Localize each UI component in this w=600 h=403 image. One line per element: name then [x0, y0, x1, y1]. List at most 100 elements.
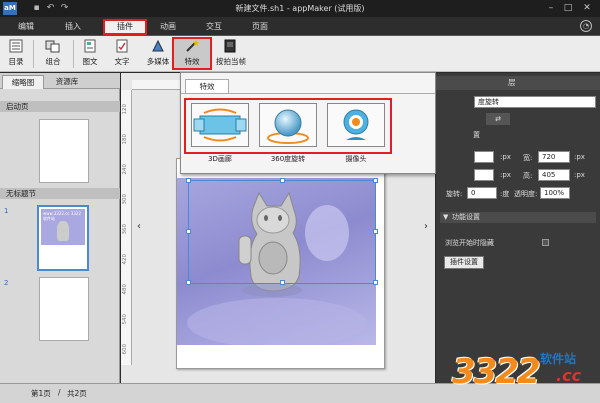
right-panel	[436, 73, 600, 383]
x-field[interactable]	[474, 151, 494, 163]
tab-edit[interactable]: 编辑	[4, 19, 48, 35]
rotate-label: 旋转:	[446, 190, 463, 198]
multimedia-label: 多媒体	[146, 57, 170, 66]
tab-thumbnails[interactable]: 缩略图	[2, 75, 44, 89]
text-button[interactable]: 文字	[112, 39, 132, 69]
webcam-effect[interactable]	[327, 103, 385, 147]
page-2-thumbnail[interactable]	[39, 277, 89, 341]
sphere-rotate-icon	[267, 109, 309, 144]
left-panel-tabs: 缩略图 资源库	[0, 73, 120, 89]
resize-handle[interactable]	[186, 178, 191, 183]
resize-handle[interactable]	[373, 178, 378, 183]
resize-handle[interactable]	[186, 280, 191, 285]
height-unit: :px	[574, 171, 585, 179]
next-page-arrow[interactable]: ›	[424, 222, 432, 232]
page-1-thumbnail[interactable]: www.3322.cc 3322软件站	[37, 205, 89, 271]
recorder-icon	[224, 39, 236, 53]
hide-on-start-label: 浏览开始时隐藏	[445, 239, 494, 247]
title-bar: aM ▪ ↶ ↷ 新建文件.sh1 - appMaker (试用版) – □ ✕	[0, 0, 600, 17]
page-number: 1	[4, 207, 9, 215]
multimedia-button[interactable]: 多媒体	[143, 39, 173, 69]
ribbon-divider	[33, 40, 34, 68]
layer-name-field[interactable]: 度旋转	[474, 96, 596, 108]
layer-panel-header: 层	[436, 76, 600, 90]
3d-gallery-effect[interactable]	[191, 103, 249, 147]
group-button[interactable]: 组合	[40, 39, 66, 69]
group-icon	[45, 40, 60, 53]
hide-on-start-checkbox[interactable]	[542, 239, 549, 246]
watermark-domain: .cc	[556, 366, 582, 385]
left-panel: 缩略图 资源库 启动页 无标题节 1 www.3322.cc 3322软件站 2	[0, 73, 120, 383]
page-number: 2	[4, 279, 9, 287]
chapter-label: 无标题节	[6, 189, 36, 198]
recorder-label: 按拍当帧	[216, 57, 246, 66]
effects-button[interactable]: 特效	[179, 39, 205, 69]
opacity-field[interactable]: 100%	[540, 187, 570, 199]
group-label: 组合	[45, 57, 61, 66]
effects-label: 特效	[184, 57, 200, 66]
effects-popup: 特效 3D画廊 360度旋转 摄像头	[180, 72, 436, 174]
height-field[interactable]: 405	[538, 169, 570, 181]
webcam-label: 摄像头	[345, 155, 367, 163]
function-settings-label: 功能设置	[452, 213, 480, 221]
recorder-button[interactable]: 按拍当帧	[216, 39, 246, 69]
menu-bar: 编辑 插入 插件 动画 交互 页面 ◔	[0, 17, 600, 36]
tab-insert[interactable]: 插入	[51, 19, 95, 35]
3d-gallery-icon	[193, 108, 247, 142]
resize-handle[interactable]	[280, 178, 285, 183]
watermark-site: 软件站	[540, 352, 577, 366]
plugin-settings-button[interactable]: 插件设置	[444, 256, 484, 269]
tab-resources[interactable]: 资源库	[46, 75, 88, 89]
resize-handle[interactable]	[373, 280, 378, 285]
toc-button[interactable]: 目录	[6, 39, 26, 69]
360-rotate-label: 360度旋转	[270, 155, 306, 163]
tab-interaction[interactable]: 交互	[192, 19, 236, 35]
width-label: 宽:	[523, 154, 533, 162]
resize-handle[interactable]	[373, 229, 378, 234]
selection-box[interactable]	[186, 178, 378, 285]
maximize-button[interactable]: □	[561, 2, 575, 14]
thumbnail-cat	[57, 221, 69, 241]
minimize-button[interactable]: –	[544, 2, 558, 14]
vertical-ruler: 120 180 240 300 360 420 480 540 600	[121, 90, 132, 365]
popup-divider	[181, 93, 435, 94]
prev-page-arrow[interactable]: ‹	[137, 222, 145, 232]
resize-handle[interactable]	[186, 229, 191, 234]
ruler-label: 360	[122, 224, 128, 235]
start-page-thumbnail[interactable]	[39, 119, 89, 183]
ruler-label: 240	[122, 164, 128, 175]
y-unit: :px	[500, 171, 511, 179]
360-rotate-effect[interactable]	[259, 103, 317, 147]
text-image-icon	[84, 39, 96, 53]
ribbon-divider	[73, 40, 74, 68]
text-label: 文字	[114, 57, 130, 66]
ruler-label: 420	[122, 254, 128, 265]
width-field[interactable]: 720	[538, 151, 570, 163]
close-button[interactable]: ✕	[580, 2, 594, 14]
ruler-label: 300	[122, 194, 128, 205]
ruler-label: 600	[122, 344, 128, 355]
text-image-button[interactable]: 图文	[80, 39, 100, 69]
chapter-section[interactable]: 无标题节	[0, 188, 120, 199]
y-field[interactable]	[474, 169, 494, 181]
webcam-icon	[343, 109, 369, 140]
rotate-field[interactable]: 0	[467, 187, 497, 199]
text-icon	[116, 39, 128, 53]
multimedia-icon	[152, 39, 164, 52]
ribbon-toolbar: 目录 组合 图文 文字 多媒体 特效 按拍当帧	[0, 36, 600, 72]
start-page-section[interactable]: 启动页	[0, 101, 120, 112]
tab-page[interactable]: 页面	[238, 19, 282, 35]
resize-handle[interactable]	[280, 280, 285, 285]
collapse-arrow-icon: ▼	[443, 213, 449, 221]
effects-popup-tab[interactable]: 特效	[185, 79, 229, 93]
text-image-label: 图文	[82, 57, 98, 66]
help-icon[interactable]: ◔	[580, 20, 592, 32]
function-settings-section[interactable]: ▼ 功能设置	[440, 212, 596, 223]
tab-animation[interactable]: 动画	[146, 19, 190, 35]
link-icon[interactable]: ⇄	[486, 113, 510, 125]
width-unit: :px	[574, 153, 585, 161]
ruler-label: 120	[122, 104, 128, 115]
tab-plugins[interactable]: 插件	[103, 19, 147, 35]
3d-gallery-label: 3D画廊	[208, 155, 232, 163]
x-unit: :px	[500, 153, 511, 161]
